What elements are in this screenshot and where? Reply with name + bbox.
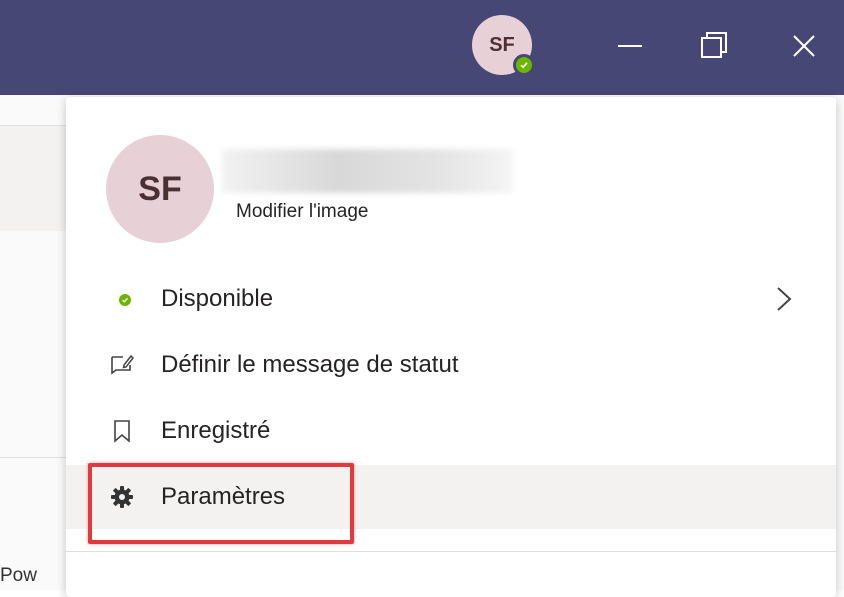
title-bar: SF	[0, 0, 844, 95]
close-icon[interactable]	[786, 28, 822, 64]
background-text: Pow	[0, 565, 37, 586]
edit-image-link[interactable]: Modifier l'image	[236, 201, 368, 223]
maximize-icon[interactable]	[696, 28, 732, 64]
menu-item-set-status-message[interactable]: Définir le message de statut	[66, 333, 836, 397]
highlight-annotation	[88, 463, 354, 544]
background-divider	[0, 457, 70, 458]
profile-initials: SF	[138, 169, 182, 208]
status-available-icon	[119, 294, 131, 306]
background-panel	[0, 125, 70, 231]
menu-item-status[interactable]: Disponible	[66, 267, 836, 331]
minimize-icon[interactable]	[612, 28, 648, 64]
bookmark-icon	[110, 419, 134, 443]
profile-avatar[interactable]: SF	[106, 135, 214, 243]
profile-name-redacted	[222, 149, 512, 193]
menu-item-label: Disponible	[161, 285, 274, 312]
menu-item-label: Définir le message de statut	[161, 351, 459, 378]
status-available-icon	[513, 54, 535, 76]
menu-item-saved[interactable]: Enregistré	[66, 399, 836, 463]
edit-message-icon	[110, 353, 134, 377]
chevron-right-icon	[774, 284, 794, 314]
avatar-initials: SF	[489, 33, 515, 56]
menu-divider	[66, 551, 836, 552]
menu-item-label: Enregistré	[161, 417, 271, 444]
